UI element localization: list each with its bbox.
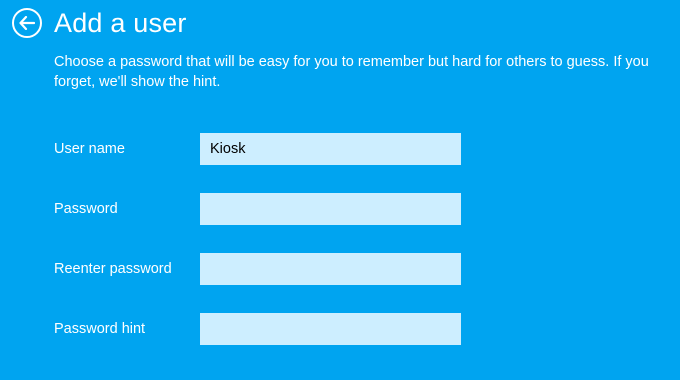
instructions-text: Choose a password that will be easy for … bbox=[54, 54, 649, 90]
password-label: Password bbox=[54, 201, 118, 217]
password-hint-row: Password hint bbox=[54, 313, 464, 345]
username-label: User name bbox=[54, 141, 125, 157]
reenter-password-field[interactable] bbox=[200, 253, 461, 285]
password-hint-field[interactable] bbox=[200, 313, 461, 345]
back-arrow-icon bbox=[19, 16, 35, 30]
username-row: User name bbox=[54, 133, 464, 165]
page-title: Add a user bbox=[54, 8, 187, 38]
password-field[interactable] bbox=[200, 193, 461, 225]
back-button[interactable] bbox=[12, 8, 42, 38]
reenter-password-row: Reenter password bbox=[54, 253, 464, 285]
password-hint-label: Password hint bbox=[54, 321, 146, 337]
username-field[interactable] bbox=[200, 133, 461, 165]
header: Add a user bbox=[12, 6, 187, 40]
add-user-page: Add a user Choose a password that will b… bbox=[0, 0, 680, 380]
password-row: Password bbox=[54, 193, 464, 225]
reenter-password-label: Reenter password bbox=[54, 261, 172, 277]
